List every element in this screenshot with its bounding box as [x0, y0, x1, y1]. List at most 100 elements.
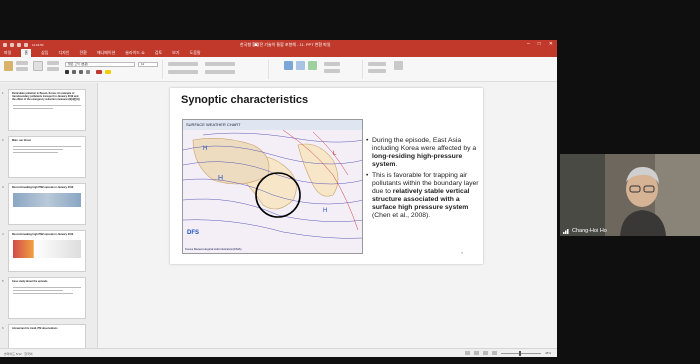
- italic-icon[interactable]: [72, 70, 76, 74]
- tab-transitions[interactable]: 전환: [79, 50, 86, 56]
- save-icon[interactable]: [10, 42, 14, 47]
- slide-page-number: 5: [461, 251, 463, 255]
- thumbnail-number: 3: [2, 185, 4, 189]
- cut-icon[interactable]: [16, 61, 28, 65]
- bullet-1: During the episode, East Asia including …: [366, 137, 480, 169]
- ribbon-tabs: 파일 홈 삽입 디자인 전환 애니메이션 슬라이드 쇼 검토 보기 도움말: [0, 49, 557, 57]
- thumbnail-title: Case study about the episode: [12, 280, 48, 283]
- zoom-slider[interactable]: [500, 350, 541, 356]
- weather-chart-image: SURFACE WEATHER CHART H H L H DFS Korea …: [182, 119, 363, 254]
- new-slide-icon[interactable]: [33, 61, 43, 71]
- thumbnail-number: 6: [2, 326, 4, 330]
- autosave-icon[interactable]: [3, 42, 7, 47]
- map-source: Korea Meteorological Administration(KMA): [185, 247, 242, 251]
- thumbnail-title: Annual and its trend, PM observations: [12, 327, 58, 330]
- tab-review[interactable]: 검토: [155, 50, 162, 56]
- shape-fill-icon[interactable]: [324, 62, 340, 66]
- paste-icon[interactable]: [4, 61, 13, 71]
- reset-icon[interactable]: [47, 67, 59, 71]
- thumbnail-number: 5: [2, 279, 4, 283]
- thumbnail-title: Particulate pollution in Busan, Korea: A…: [12, 92, 80, 101]
- quick-access-time: 11:16:50: [32, 42, 44, 47]
- thumbnail-title: Main. our thrust: [12, 139, 31, 142]
- smartart-icon[interactable]: [205, 70, 235, 74]
- font-size-select[interactable]: 12: [138, 62, 158, 67]
- ribbon-divider: [268, 60, 269, 79]
- layout-icon[interactable]: [47, 61, 59, 65]
- tab-slideshow[interactable]: 슬라이드 쇼: [125, 50, 145, 56]
- slide-title: Synoptic characteristics: [181, 94, 309, 106]
- tab-file[interactable]: 파일: [4, 50, 11, 56]
- ribbon: 맑은 고딕 (본문) 12: [0, 57, 557, 82]
- thumbnail-title: Record-breaking high PM2 episode in Janu…: [12, 233, 74, 236]
- ribbon-divider: [162, 60, 163, 79]
- direction-icon[interactable]: [205, 62, 235, 66]
- dictate-icon[interactable]: [394, 61, 403, 70]
- shared-screen: 11:16:50 한국형 환경전 기술이 통합 포항해 - 11. PPT 변환…: [0, 40, 557, 357]
- bold-icon[interactable]: [65, 70, 69, 74]
- shapes-icon[interactable]: [284, 61, 293, 70]
- slide-counter: 슬라이드 5/12: [4, 352, 22, 356]
- ribbon-divider: [362, 60, 363, 79]
- undo-icon[interactable]: [17, 42, 21, 47]
- tab-view[interactable]: 보기: [172, 50, 179, 56]
- tab-design[interactable]: 디자인: [58, 50, 69, 56]
- bullets-icon[interactable]: [168, 62, 198, 66]
- tab-animations[interactable]: 애니메이션: [97, 50, 115, 56]
- map-logo: DFS: [187, 230, 199, 236]
- svg-text:H: H: [218, 175, 223, 182]
- participant-video[interactable]: Chang-Hoi Ho: [560, 154, 700, 236]
- thumbnail-number: 1: [2, 91, 4, 95]
- align-icon[interactable]: [168, 70, 198, 74]
- map-header: SURFACE WEATHER CHART: [186, 122, 241, 127]
- reading-view-icon[interactable]: [482, 351, 488, 355]
- redo-icon[interactable]: [24, 42, 28, 47]
- close-icon[interactable]: ✕: [549, 41, 553, 47]
- window-controls: – □ ✕: [527, 41, 553, 47]
- tab-home[interactable]: 홈: [21, 49, 32, 57]
- thumbnail-title: Record-breaking high PM2 episode in Janu…: [12, 186, 74, 189]
- status-bar: 슬라이드 5/12 한국어 48%: [0, 348, 557, 357]
- copy-icon[interactable]: [16, 67, 28, 71]
- zoom-level[interactable]: 48%: [545, 351, 551, 355]
- highlight-icon[interactable]: [105, 70, 111, 74]
- svg-text:H: H: [323, 208, 327, 214]
- sorter-view-icon[interactable]: [473, 351, 479, 355]
- minimize-icon[interactable]: –: [527, 41, 530, 47]
- slide-thumbnail-5[interactable]: Case study about the episode: [8, 277, 86, 319]
- font-name-select[interactable]: 맑은 고딕 (본문): [65, 62, 135, 67]
- quick-access-toolbar: [3, 42, 28, 47]
- mouse-cursor-icon: ▲: [253, 42, 259, 48]
- tab-insert[interactable]: 삽입: [41, 50, 48, 56]
- strikethrough-icon[interactable]: [86, 70, 90, 74]
- find-icon[interactable]: [368, 62, 386, 66]
- participant-name: Chang-Hoi Ho: [572, 228, 607, 234]
- language-indicator[interactable]: 한국어: [24, 352, 32, 356]
- underline-icon[interactable]: [79, 70, 83, 74]
- shape-outline-icon[interactable]: [324, 69, 340, 73]
- participant-video-frame: [560, 154, 700, 236]
- slide-thumbnail-3[interactable]: Record-breaking high PM2 episode in Janu…: [8, 183, 86, 225]
- slide-bullets: During the episode, East Asia including …: [366, 137, 480, 223]
- slide-thumbnail-2[interactable]: Main. our thrust: [8, 136, 86, 178]
- arrange-icon[interactable]: [296, 61, 305, 70]
- current-slide[interactable]: Synoptic characteristics 15 JAN 2019 SUR…: [170, 88, 483, 264]
- thumbnail-number: 2: [2, 138, 4, 142]
- quick-styles-icon[interactable]: [308, 61, 317, 70]
- tab-help[interactable]: 도움말: [190, 50, 201, 56]
- signal-icon: [563, 229, 569, 234]
- slide-thumbnail-pane[interactable]: Particulate pollution in Busan, Korea: A…: [0, 83, 98, 354]
- svg-text:H: H: [203, 146, 207, 152]
- replace-icon[interactable]: [368, 69, 386, 73]
- weather-map-graphic: SURFACE WEATHER CHART H H L H DFS: [183, 120, 362, 253]
- slide-thumbnail-1[interactable]: Particulate pollution in Busan, Korea: A…: [8, 89, 86, 131]
- slide-editor[interactable]: Synoptic characteristics 15 JAN 2019 SUR…: [99, 83, 557, 348]
- bullet-2: This is favorable for trapping air pollu…: [366, 172, 480, 220]
- thumbnail-number: 4: [2, 232, 4, 236]
- maximize-icon[interactable]: □: [538, 41, 541, 47]
- normal-view-icon[interactable]: [464, 351, 470, 355]
- slide-thumbnail-4[interactable]: Record-breaking high PM2 episode in Janu…: [8, 230, 86, 272]
- font-color-icon[interactable]: [96, 70, 102, 74]
- title-bar: 11:16:50 한국형 환경전 기술이 통합 포항해 - 11. PPT 변환…: [0, 40, 557, 49]
- slideshow-view-icon[interactable]: [491, 351, 497, 355]
